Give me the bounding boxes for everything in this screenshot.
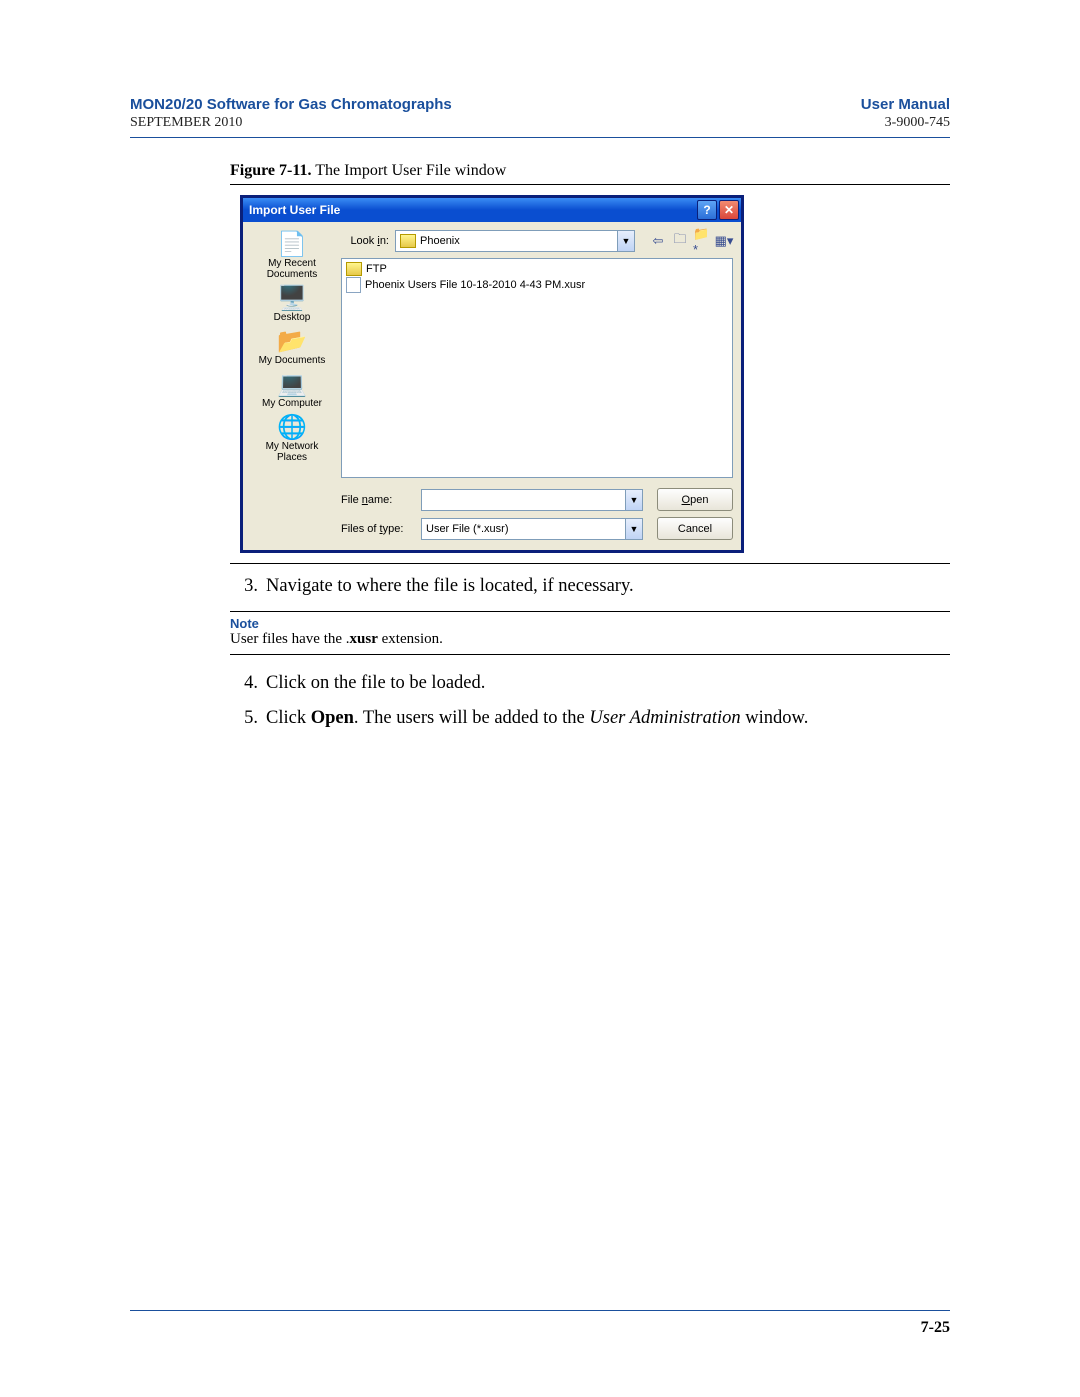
dialog-body: 📄 My Recent Documents 🖥️ Desktop 📂 My Do…: [243, 222, 741, 550]
open-button[interactable]: Open: [657, 488, 733, 511]
list-item[interactable]: Phoenix Users File 10-18-2010 4-43 PM.xu…: [346, 277, 728, 293]
step-5: 5. Click Open. The users will be added t…: [230, 706, 950, 731]
mydocs-icon: 📂: [276, 327, 308, 355]
footer-rule: [130, 1310, 950, 1311]
page-footer: 7-25: [130, 1302, 950, 1337]
folder-icon: [346, 262, 362, 276]
header-docnum: 3-9000-745: [885, 115, 950, 131]
t-bold: Open: [311, 708, 354, 728]
page-number: 7-25: [130, 1319, 950, 1337]
place-label: My Documents: [259, 355, 326, 366]
note-text: User files have the .xusr extension.: [230, 631, 950, 648]
close-button[interactable]: ✕: [719, 200, 739, 220]
cancel-button[interactable]: Cancel: [657, 517, 733, 540]
step-number: 5.: [230, 706, 258, 731]
network-icon: 🌐: [276, 413, 308, 441]
file-name-row: File name: ▼ Open: [341, 488, 733, 511]
page: MON20/20 Software for Gas Chromatographs…: [0, 0, 1080, 1397]
place-network[interactable]: 🌐 My Network Places: [251, 413, 333, 463]
chevron-down-icon[interactable]: ▼: [617, 231, 634, 251]
dialog-titlebar[interactable]: Import User File ? ✕: [243, 198, 741, 222]
figure-rule-top: [230, 184, 950, 185]
lookin-value: Phoenix: [420, 235, 460, 247]
nav-toolbar: ⇦ 🗀 📁* ▦▾: [649, 232, 733, 250]
file-name: Phoenix Users File 10-18-2010 4-43 PM.xu…: [365, 279, 585, 291]
t: . The users will be added to the: [354, 708, 589, 728]
lookin-row: Look in: Phoenix ▼ ⇦ 🗀 📁* ▦▾: [341, 230, 733, 252]
note-post: extension.: [378, 631, 443, 647]
import-user-file-dialog: Import User File ? ✕ 📄 My Recent Documen…: [240, 195, 744, 553]
place-label: Desktop: [274, 312, 311, 323]
file-list[interactable]: FTP Phoenix Users File 10-18-2010 4-43 P…: [341, 258, 733, 478]
views-icon[interactable]: ▦▾: [715, 232, 733, 250]
help-button[interactable]: ?: [697, 200, 717, 220]
file-icon: [346, 277, 361, 293]
content-body: Figure 7-11. The Import User File window…: [230, 162, 950, 741]
file-type-label: Files of type:: [341, 523, 413, 535]
figure-rule-bottom: [230, 563, 950, 564]
step-number: 4.: [230, 671, 258, 696]
note-label: Note: [230, 616, 950, 631]
t: Click: [266, 708, 311, 728]
list-item[interactable]: FTP: [346, 261, 728, 277]
t-italic: User Administration: [589, 708, 740, 728]
figure-caption: Figure 7-11. The Import User File window: [230, 162, 950, 180]
desktop-icon: 🖥️: [276, 284, 308, 312]
file-type-field[interactable]: User File (*.xusr) ▼: [421, 518, 643, 540]
place-mycomputer[interactable]: 💻 My Computer: [262, 370, 322, 409]
dialog-title: Import User File: [249, 203, 340, 217]
place-label: My Computer: [262, 398, 322, 409]
header-date: SEPTEMBER 2010: [130, 115, 242, 131]
lookin-label: Look in:: [341, 235, 389, 247]
lookin-combo[interactable]: Phoenix ▼: [395, 230, 635, 252]
titlebar-buttons: ? ✕: [697, 200, 739, 220]
recent-icon: 📄: [276, 230, 308, 258]
note-bold: xusr: [350, 631, 378, 647]
file-name-label: File name:: [341, 494, 413, 506]
mycomputer-icon: 💻: [276, 370, 308, 398]
bottom-rows: File name: ▼ Open Files of type: User Fi…: [341, 488, 733, 540]
step-text: Navigate to where the file is located, i…: [266, 574, 634, 599]
step-number: 3.: [230, 574, 258, 599]
file-name-field[interactable]: ▼: [421, 489, 643, 511]
header-title-left: MON20/20 Software for Gas Chromatographs: [130, 96, 452, 113]
places-bar: 📄 My Recent Documents 🖥️ Desktop 📂 My Do…: [251, 230, 333, 540]
page-header: MON20/20 Software for Gas Chromatographs…: [130, 96, 950, 162]
new-folder-icon[interactable]: 📁*: [693, 232, 711, 250]
step-4: 4. Click on the file to be loaded.: [230, 671, 950, 696]
place-desktop[interactable]: 🖥️ Desktop: [274, 284, 311, 323]
t: window.: [741, 708, 809, 728]
dialog-main-area: Look in: Phoenix ▼ ⇦ 🗀 📁* ▦▾: [341, 230, 733, 540]
place-label: My Network Places: [251, 441, 333, 463]
file-name: FTP: [366, 263, 387, 275]
file-type-value: User File (*.xusr): [426, 523, 509, 535]
step-text: Click on the file to be loaded.: [266, 671, 485, 696]
file-type-row: Files of type: User File (*.xusr) ▼ Canc…: [341, 517, 733, 540]
header-rule: [130, 137, 950, 138]
chevron-down-icon[interactable]: ▼: [625, 490, 642, 510]
chevron-down-icon[interactable]: ▼: [625, 519, 642, 539]
place-recent[interactable]: 📄 My Recent Documents: [251, 230, 333, 280]
step-text: Click Open. The users will be added to t…: [266, 706, 808, 731]
figure-caption-text: The Import User File window: [315, 162, 506, 179]
header-title-right: User Manual: [861, 96, 950, 113]
place-label: My Recent Documents: [251, 258, 333, 280]
back-icon[interactable]: ⇦: [649, 232, 667, 250]
figure-label: Figure 7-11.: [230, 162, 311, 179]
place-mydocs[interactable]: 📂 My Documents: [259, 327, 326, 366]
up-icon[interactable]: 🗀: [671, 232, 689, 250]
note-pre: User files have the .: [230, 631, 350, 647]
step-3: 3. Navigate to where the file is located…: [230, 574, 950, 599]
note-block: Note User files have the .xusr extension…: [230, 611, 950, 655]
folder-icon: [400, 234, 416, 248]
